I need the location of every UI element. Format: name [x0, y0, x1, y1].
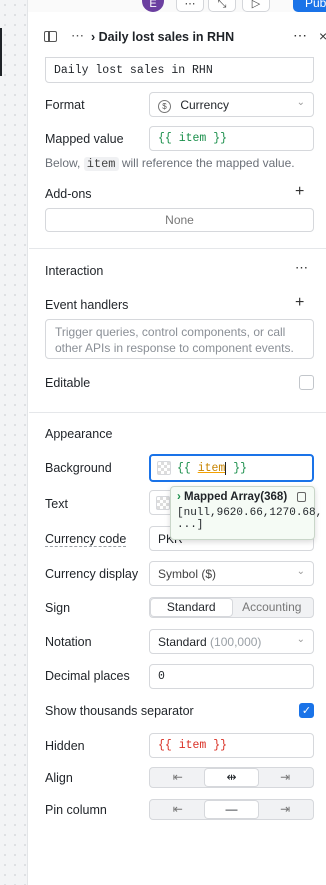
add-addon-icon[interactable]: + [295, 183, 304, 201]
thousands-separator-checkbox[interactable]: ✓ [299, 703, 314, 718]
sign-label: Sign [45, 601, 71, 615]
collapse-icon[interactable]: ⤡ [208, 0, 236, 12]
divider [29, 412, 326, 413]
hidden-input[interactable]: {{ item }} [149, 733, 314, 758]
chevron-down-icon: ⌄ [296, 97, 305, 108]
preview-play-icon[interactable]: ▷ [242, 0, 270, 12]
popup-title: › Mapped Array(368) [177, 491, 288, 503]
addons-label: Add-ons [45, 187, 92, 201]
top-toolbar: E ⋯ ⤡ ▷ Publish [28, 0, 326, 12]
pin-none-icon[interactable]: — [204, 801, 259, 818]
sign-segmented-control: Standard Accounting [149, 597, 314, 618]
pin-left-icon[interactable]: ⇤ [151, 801, 205, 818]
copy-icon[interactable] [297, 492, 306, 502]
table-column-icon [44, 30, 57, 42]
header-more-icon[interactable]: ⋯ [293, 27, 308, 44]
autocomplete-preview-popup: › Mapped Array(368) [null,9620.66,1270.6… [170, 486, 323, 540]
appearance-title: Appearance [45, 427, 113, 441]
event-handlers-empty[interactable]: Trigger queries, control components, or … [45, 319, 314, 359]
editable-label: Editable [45, 376, 91, 390]
more-icon[interactable]: ⋯ [176, 0, 204, 12]
currency-display-label: Currency display [45, 567, 139, 581]
divider [29, 248, 326, 249]
align-left-icon[interactable]: ⇤ [151, 769, 205, 786]
event-handlers-label: Event handlers [45, 298, 129, 312]
pin-segmented-control: ⇤ — ⇥ [149, 799, 314, 820]
color-swatch-icon [156, 496, 170, 510]
inspector-header: ⋯ › Daily lost sales in RHN ⋯ × [29, 26, 326, 50]
canvas-edge [0, 28, 2, 76]
align-center-icon[interactable]: ⇹ [204, 769, 259, 786]
pin-column-label: Pin column [45, 803, 107, 817]
format-select[interactable]: $ Currency ⌄ [149, 92, 314, 117]
chevron-down-icon: ⌄ [296, 566, 305, 577]
thousands-separator-label: Show thousands separator [45, 704, 194, 718]
chevron-down-icon: ⌄ [296, 634, 305, 645]
interaction-title: Interaction [45, 264, 104, 278]
publish-button[interactable]: Publish [293, 0, 326, 12]
background-input[interactable]: {{ item }} [149, 454, 314, 482]
currency-code-label: Currency code [45, 532, 127, 547]
decimal-places-label: Decimal places [45, 669, 130, 683]
notation-label: Notation [45, 635, 92, 649]
breadcrumb-more-icon[interactable]: ⋯ [71, 28, 85, 44]
canvas-gutter [0, 0, 28, 885]
sign-standard-option[interactable]: Standard [151, 599, 232, 616]
align-label: Align [45, 771, 73, 785]
popup-value: [null,9620.66,1270.68, ...] [177, 507, 323, 531]
decimal-places-input[interactable]: 0 [149, 664, 314, 689]
close-icon[interactable]: × [319, 28, 326, 44]
mapped-value-input[interactable]: {{ item }} [149, 126, 314, 151]
format-label: Format [45, 98, 85, 112]
inspector-panel: ⋯ › Daily lost sales in RHN ⋯ × Daily lo… [29, 12, 326, 885]
editable-checkbox[interactable] [299, 375, 314, 390]
breadcrumb-title[interactable]: › Daily lost sales in RHN [91, 30, 234, 44]
user-avatar[interactable]: E [142, 0, 164, 12]
pin-right-icon[interactable]: ⇥ [258, 801, 312, 818]
background-label: Background [45, 461, 112, 475]
add-event-handler-icon[interactable]: + [295, 294, 304, 312]
column-label-input[interactable]: Daily lost sales in RHN [45, 57, 314, 83]
align-segmented-control: ⇤ ⇹ ⇥ [149, 767, 314, 788]
mapped-value-hint: Below, item will reference the mapped va… [45, 156, 295, 171]
sign-accounting-option[interactable]: Accounting [232, 599, 313, 616]
align-right-icon[interactable]: ⇥ [258, 769, 312, 786]
text-label: Text [45, 497, 68, 511]
color-swatch-icon [157, 461, 171, 475]
currency-display-select[interactable]: Symbol ($) ⌄ [149, 561, 314, 586]
mapped-value-label: Mapped value [45, 132, 124, 146]
addons-none-button[interactable]: None [45, 208, 314, 232]
notation-select[interactable]: Standard (100,000) ⌄ [149, 629, 314, 654]
hidden-label: Hidden [45, 739, 85, 753]
currency-icon: $ [158, 100, 171, 113]
interaction-more-icon[interactable]: ⋯ [295, 260, 309, 276]
